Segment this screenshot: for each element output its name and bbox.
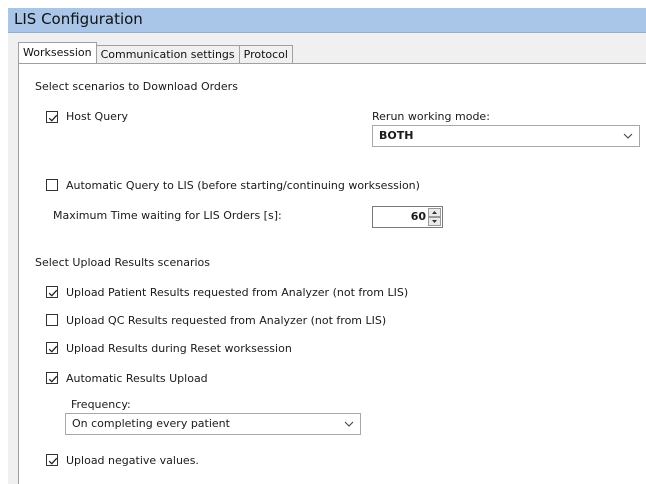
host-query-checkbox[interactable] — [46, 111, 58, 123]
worksession-panel: Select scenarios to Download Orders Host… — [18, 63, 646, 484]
checkmark-icon — [48, 457, 58, 465]
chevron-down-icon — [344, 421, 354, 427]
max-time-value: 60 — [410, 210, 426, 223]
negative-values-label: Upload negative values. — [66, 454, 199, 467]
negative-values-checkbox[interactable] — [46, 454, 58, 466]
checkmark-icon — [48, 345, 58, 353]
title-bar: LIS Configuration — [8, 8, 646, 33]
patient-results-label: Upload Patient Results requested from An… — [66, 286, 409, 299]
tab-communication-settings[interactable]: Communication settings — [95, 45, 240, 63]
qc-results-label: Upload QC Results requested from Analyze… — [66, 314, 387, 327]
rerun-mode-value: BOTH — [379, 129, 414, 142]
tab-worksession[interactable]: Worksession — [18, 42, 97, 63]
max-time-label: Maximum Time waiting for LIS Orders [s]: — [53, 209, 282, 222]
auto-upload-label: Automatic Results Upload — [66, 372, 208, 385]
arrow-up-icon — [432, 211, 437, 214]
frequency-select[interactable]: On completing every patient — [65, 413, 361, 435]
rerun-mode-label: Rerun working mode: — [372, 110, 490, 123]
checkmark-icon — [48, 114, 58, 122]
rerun-mode-select[interactable]: BOTH — [372, 125, 640, 147]
download-section-title: Select scenarios to Download Orders — [35, 80, 238, 93]
upload-section-title: Select Upload Results scenarios — [35, 256, 210, 269]
chevron-down-icon — [623, 133, 633, 139]
frequency-value: On completing every patient — [72, 417, 230, 430]
tab-protocol[interactable]: Protocol — [238, 45, 293, 63]
reset-results-checkbox[interactable] — [46, 342, 58, 354]
frequency-label: Frequency: — [71, 398, 131, 411]
arrow-down-icon — [432, 220, 437, 223]
qc-results-checkbox[interactable] — [46, 314, 58, 326]
reset-results-label: Upload Results during Reset worksession — [66, 342, 292, 355]
max-time-stepper[interactable]: 60 — [372, 206, 443, 228]
stepper-down-button[interactable] — [428, 217, 441, 226]
stepper-arrows — [428, 208, 441, 226]
checkmark-icon — [48, 289, 58, 297]
tab-strip: Worksession Communication settings Proto… — [18, 42, 293, 63]
auto-upload-checkbox[interactable] — [46, 372, 58, 384]
auto-query-checkbox[interactable] — [46, 179, 58, 191]
stepper-up-button[interactable] — [428, 208, 441, 217]
patient-results-checkbox[interactable] — [46, 286, 58, 298]
window-title: LIS Configuration — [14, 10, 143, 28]
checkmark-icon — [48, 375, 58, 383]
host-query-label: Host Query — [66, 110, 128, 123]
auto-query-label: Automatic Query to LIS (before starting/… — [66, 179, 420, 192]
